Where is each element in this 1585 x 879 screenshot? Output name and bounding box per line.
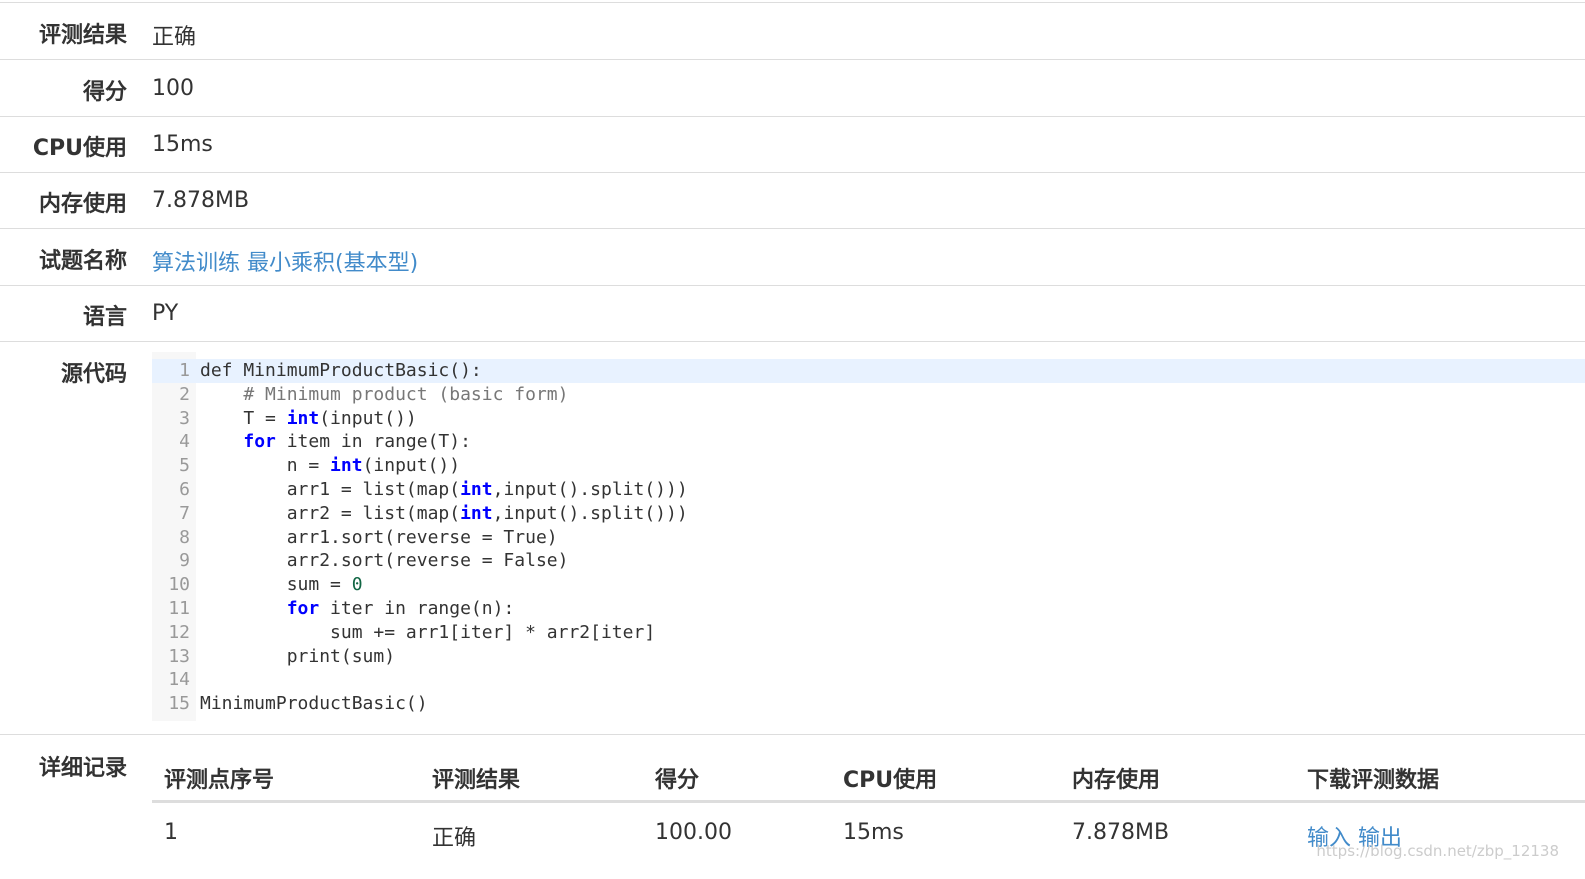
info-value: PY <box>152 301 179 326</box>
code-line: 15 MinimumProductBasic() <box>152 692 1585 716</box>
code-text: for iter in range(n): <box>286 598 515 619</box>
code-line: 11 for iter in range(n): <box>152 597 1585 621</box>
line-number: 13 <box>168 645 190 667</box>
line-number: 12 <box>168 621 190 643</box>
code-text: # Minimum product (basic form) <box>243 383 569 405</box>
code-line: 7 arr2 = list(map(int,input().split())) <box>152 502 1585 526</box>
info-value: 15ms <box>152 132 213 157</box>
line-number: 10 <box>168 574 190 596</box>
code-text: sum += arr1[iter] * arr2[iter] <box>200 621 656 643</box>
code-text: MinimumProductBasic() <box>200 693 428 715</box>
section-divider <box>0 734 1585 735</box>
column-header-result: 评测结果 <box>432 768 521 793</box>
code-text: arr2 = list(map(int,input().split())) <box>200 502 688 524</box>
line-number: 9 <box>179 550 190 572</box>
line-number: 15 <box>168 693 190 715</box>
line-number: 5 <box>179 455 190 477</box>
code-text: arr1 = list(map(int,input().split())) <box>200 479 688 500</box>
code-line: 8 arr1.sort(reverse = True) <box>152 526 1585 550</box>
info-value: 100 <box>152 76 194 101</box>
code-text: def MinimumProductBasic(): <box>200 360 482 381</box>
column-header-memory: 内存使用 <box>1072 768 1161 793</box>
code-line: 12 sum += arr1[iter] * arr2[iter] <box>152 621 1585 645</box>
info-row-result: 评测结果 正确 <box>0 3 1585 60</box>
code-line: 1 def MinimumProductBasic(): <box>152 359 1585 383</box>
column-header-score: 得分 <box>655 768 700 793</box>
detail-record-label: 详细记录 <box>38 756 127 781</box>
info-row-problem: 试题名称 算法训练 最小乘积(基本型) <box>0 229 1585 286</box>
code-line: 10 sum = 0 <box>152 573 1585 597</box>
problem-link[interactable]: 算法训练 最小乘积(基本型) <box>152 245 418 277</box>
line-number: 6 <box>179 479 190 500</box>
code-text: T = int(input()) <box>200 407 417 429</box>
source-code-label: 源代码 <box>60 362 127 387</box>
line-number: 7 <box>179 502 190 524</box>
code-text: for item in range(T): <box>243 431 471 453</box>
line-number: 1 <box>179 360 190 381</box>
cell-result: 正确 <box>432 826 477 851</box>
info-value: 7.878MB <box>152 188 250 213</box>
info-label: 语言 <box>82 305 127 330</box>
info-label: 评测结果 <box>38 23 127 48</box>
info-label: 得分 <box>82 80 127 105</box>
column-header-download: 下载评测数据 <box>1307 768 1440 793</box>
info-row-score: 得分 100 <box>0 60 1585 117</box>
line-number: 14 <box>168 669 190 691</box>
info-label: 内存使用 <box>38 192 127 217</box>
info-row-cpu: CPU使用 15ms <box>0 116 1585 173</box>
line-number: 4 <box>179 431 190 453</box>
column-header-index: 评测点序号 <box>164 768 275 793</box>
code-line: 9 arr2.sort(reverse = False) <box>152 549 1585 573</box>
cell-cpu: 15ms <box>843 820 904 845</box>
code-line: 6 arr1 = list(map(int,input().split())) <box>152 478 1585 502</box>
code-line: 4 for item in range(T): <box>152 430 1585 454</box>
column-header-cpu: CPU使用 <box>843 768 938 793</box>
line-number: 8 <box>179 526 190 548</box>
info-row-language: 语言 PY <box>0 285 1585 342</box>
code-line: 2 # Minimum product (basic form) <box>152 383 1585 407</box>
cell-score: 100.00 <box>655 820 732 845</box>
code-line: 14 <box>152 668 1585 692</box>
code-text: arr1.sort(reverse = True) <box>200 526 558 548</box>
info-label: 试题名称 <box>38 249 127 274</box>
table-header-divider <box>152 800 1585 803</box>
code-line: 3 T = int(input()) <box>152 407 1585 431</box>
code-text: arr2.sort(reverse = False) <box>200 550 569 572</box>
line-number: 11 <box>168 598 190 619</box>
code-line: 5 n = int(input()) <box>152 454 1585 478</box>
line-number: 2 <box>179 383 190 405</box>
line-number: 3 <box>179 407 190 429</box>
watermark: https://blog.csdn.net/zbp_12138 <box>1316 842 1559 860</box>
code-text: print(sum) <box>200 645 396 667</box>
code-text: n = int(input()) <box>200 455 461 477</box>
cell-memory: 7.878MB <box>1072 820 1170 845</box>
code-editor[interactable]: 1 def MinimumProductBasic(): 2 # Minimum p… <box>152 352 1585 721</box>
code-text: sum = 0 <box>200 574 363 596</box>
info-row-memory: 内存使用 7.878MB <box>0 172 1585 229</box>
code-line: 13 print(sum) <box>152 645 1585 669</box>
cell-index: 1 <box>164 820 178 845</box>
info-label: CPU使用 <box>32 136 127 161</box>
info-value: 正确 <box>152 25 197 50</box>
